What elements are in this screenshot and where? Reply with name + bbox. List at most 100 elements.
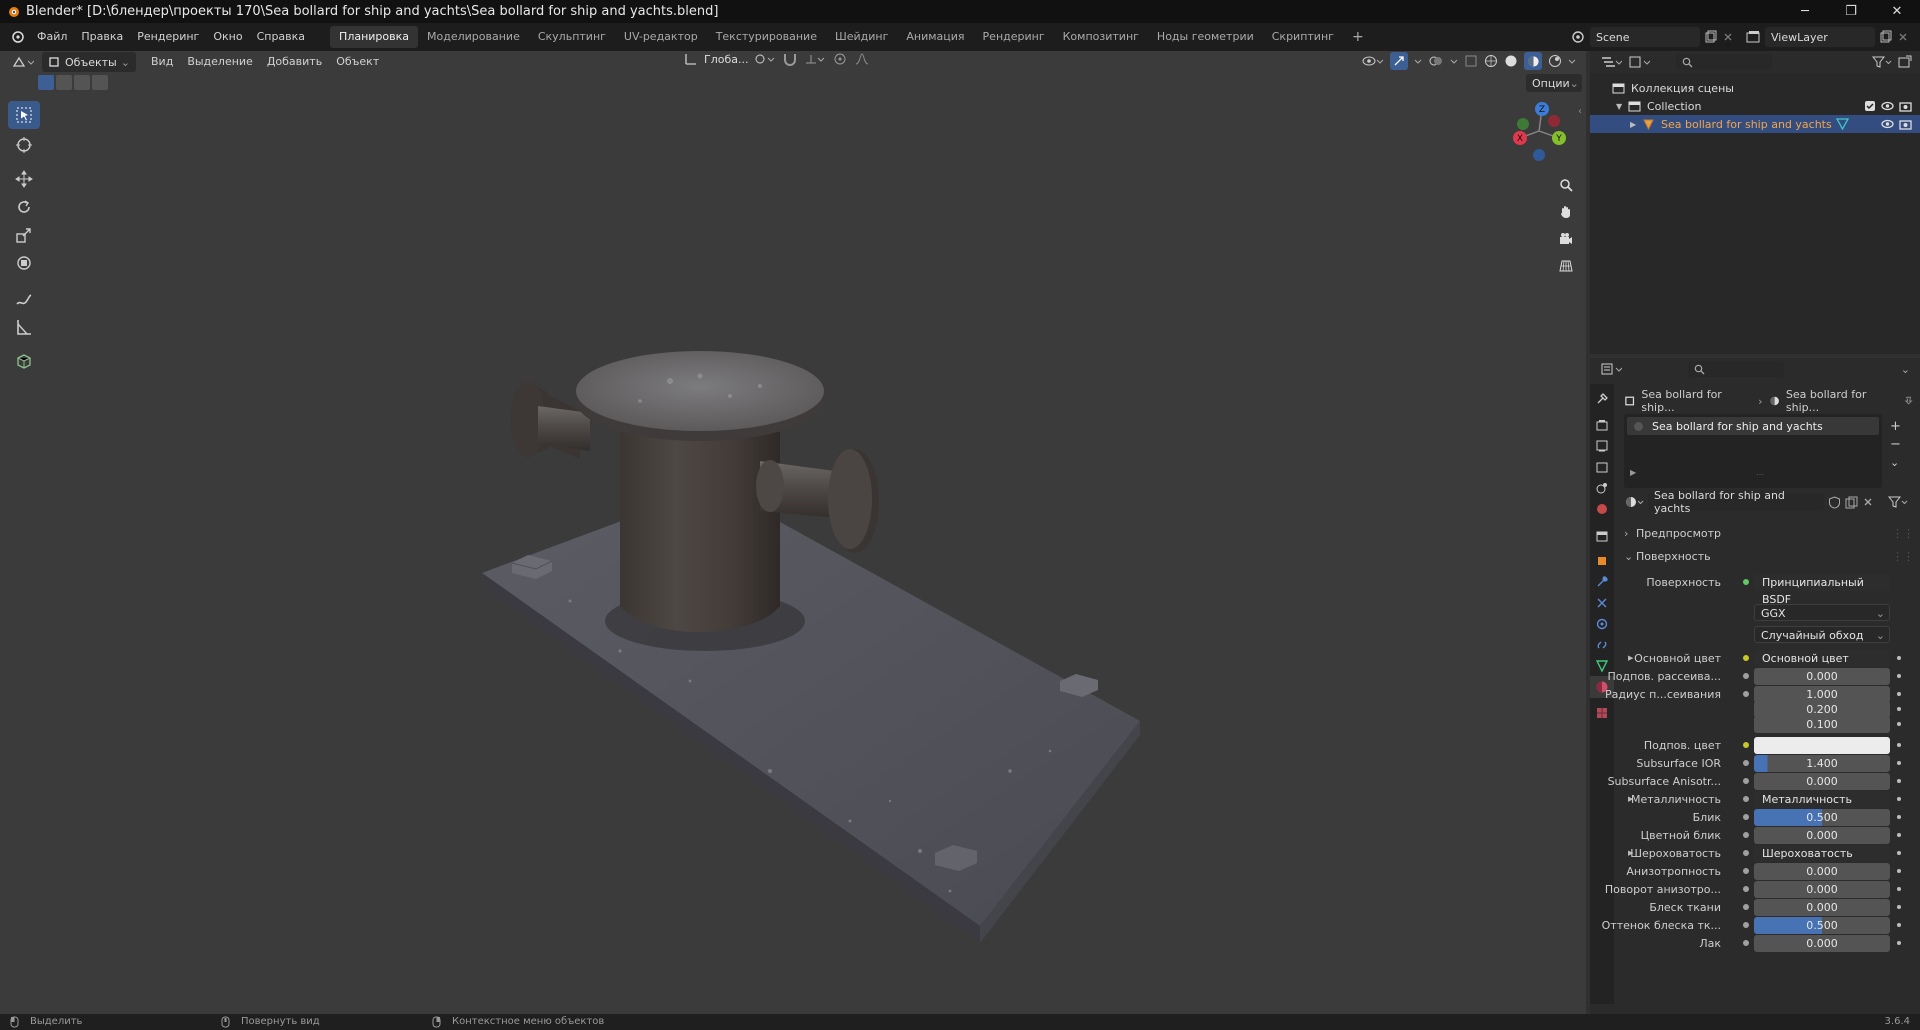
- panel-drag-handle-icon[interactable]: ⋮⋮: [1892, 550, 1914, 563]
- expand-arrow-right-icon[interactable]: ▶: [1630, 468, 1636, 477]
- new-view-layer-icon[interactable]: [1879, 30, 1893, 44]
- subsurface-method-dropdown[interactable]: Случайный обход ⌄: [1754, 625, 1890, 643]
- add-slot-button[interactable]: +: [1890, 418, 1901, 436]
- overlays-dropdown-icon[interactable]: [1450, 54, 1458, 68]
- solid-shading-icon[interactable]: [1504, 54, 1518, 68]
- menu-edit[interactable]: Правка: [74, 27, 130, 47]
- snap-target-icon[interactable]: [804, 52, 826, 66]
- expand-arrow-right-icon[interactable]: ▶: [1628, 654, 1633, 662]
- number-field[interactable]: 0.000: [1754, 898, 1890, 916]
- close-window-button[interactable]: ✕: [1874, 0, 1920, 23]
- number-field[interactable]: 0.500: [1754, 808, 1890, 826]
- keyframe-dot-icon[interactable]: [1897, 869, 1901, 873]
- keyframe-dot-icon[interactable]: [1897, 707, 1901, 711]
- input-socket-dot[interactable]: [1743, 940, 1749, 946]
- outliner-row-collection[interactable]: ▼ Collection: [1590, 97, 1920, 115]
- color-swatch[interactable]: [1754, 736, 1890, 754]
- cursor-tool[interactable]: [8, 131, 40, 159]
- object-tab-icon[interactable]: [1595, 554, 1609, 568]
- number-field[interactable]: 0.000: [1754, 772, 1890, 790]
- render-tab-icon[interactable]: [1595, 418, 1609, 432]
- view-layer-selector[interactable]: ViewLayer: [1765, 27, 1875, 47]
- maximize-button[interactable]: ❐: [1828, 0, 1874, 23]
- keyframe-dot-icon[interactable]: [1897, 656, 1901, 660]
- distribution-dropdown[interactable]: GGX ⌄: [1754, 603, 1890, 621]
- select-mode-new-button[interactable]: [38, 75, 54, 90]
- sidebar-toggle-chevron-icon[interactable]: ‹: [1578, 106, 1582, 117]
- outliner-row-scene-collection[interactable]: Коллекция сцены: [1590, 79, 1920, 97]
- keyframe-dot-icon[interactable]: [1897, 923, 1901, 927]
- minimize-button[interactable]: ─: [1782, 0, 1828, 23]
- eye-icon[interactable]: [1881, 100, 1894, 112]
- shading-dropdown-icon[interactable]: [1568, 54, 1576, 68]
- eye-icon[interactable]: [1881, 118, 1894, 130]
- breadcrumb-material[interactable]: Sea bollard for ship...: [1786, 388, 1897, 414]
- scene-selector[interactable]: Scene: [1590, 27, 1700, 47]
- pan-view-button[interactable]: [1553, 199, 1579, 225]
- add-cube-tool[interactable]: [8, 347, 40, 375]
- material-name-field[interactable]: Sea bollard for ship and yachts: [1648, 489, 1824, 515]
- preview-panel-header[interactable]: › Предпросмотр ⋮⋮: [1624, 524, 1914, 542]
- transform-orientation-dropdown[interactable]: Глоба...: [704, 53, 748, 66]
- render-camera-icon[interactable]: [1899, 100, 1912, 112]
- rendered-shading-icon[interactable]: [1548, 54, 1562, 68]
- remove-slot-button[interactable]: −: [1890, 436, 1901, 454]
- unlink-material-icon[interactable]: [1862, 496, 1874, 508]
- annotate-tool[interactable]: [8, 285, 40, 313]
- scale-tool[interactable]: [8, 221, 40, 249]
- xray-icon[interactable]: [1464, 54, 1478, 68]
- viewport-options-dropdown[interactable]: Опции ⌄: [1526, 74, 1582, 92]
- tab-uv-editing[interactable]: UV-редактор: [615, 26, 707, 48]
- input-socket-dot[interactable]: [1743, 742, 1749, 748]
- chevron-down-icon[interactable]: ⌄: [1901, 363, 1910, 376]
- linked-input-field[interactable]: Металличность: [1754, 790, 1890, 808]
- input-socket-dot[interactable]: [1743, 904, 1749, 910]
- pivot-icon[interactable]: [754, 52, 776, 66]
- outliner-editor-type-icon[interactable]: [1600, 55, 1622, 69]
- viewport-menu-object[interactable]: Объект: [329, 52, 386, 72]
- input-socket-dot[interactable]: [1743, 922, 1749, 928]
- rotate-tool[interactable]: [8, 193, 40, 221]
- perspective-toggle-button[interactable]: [1553, 253, 1579, 279]
- output-tab-icon[interactable]: [1595, 439, 1609, 453]
- 3d-viewport[interactable]: Объекты ⌄ Вид Выделение Добавить Объект …: [0, 51, 1586, 1014]
- input-socket-dot[interactable]: [1743, 850, 1749, 856]
- outliner-search-input[interactable]: [1676, 54, 1772, 70]
- viewport-menu-view[interactable]: Вид: [144, 52, 180, 72]
- menu-help[interactable]: Справка: [250, 27, 312, 47]
- number-field[interactable]: 0.000: [1754, 880, 1890, 898]
- transform-tool[interactable]: [8, 249, 40, 277]
- snap-icon[interactable]: [782, 52, 798, 66]
- keyframe-dot-icon[interactable]: [1897, 815, 1901, 819]
- number-field[interactable]: 0.500: [1754, 916, 1890, 934]
- material-browse-icon[interactable]: [1624, 495, 1644, 509]
- keyframe-dot-icon[interactable]: [1897, 779, 1901, 783]
- menu-window[interactable]: Окно: [206, 27, 249, 47]
- number-field[interactable]: 0.000: [1754, 826, 1890, 844]
- keyframe-dot-icon[interactable]: [1897, 674, 1901, 678]
- delete-scene-icon[interactable]: [1722, 31, 1734, 43]
- keyframe-dot-icon[interactable]: [1897, 692, 1901, 696]
- visibility-selectability-icon[interactable]: [1362, 54, 1384, 68]
- keyframe-dot-icon[interactable]: [1897, 887, 1901, 891]
- properties-search-input[interactable]: [1688, 361, 1784, 377]
- pin-icon[interactable]: [1903, 395, 1914, 407]
- new-collection-icon[interactable]: [1898, 55, 1912, 69]
- camera-view-button[interactable]: [1553, 226, 1579, 252]
- select-mode-intersect-button[interactable]: [92, 75, 108, 90]
- node-filter-icon[interactable]: [1888, 495, 1908, 509]
- tab-compositing[interactable]: Композитинг: [1054, 26, 1148, 48]
- menu-render[interactable]: Рендеринг: [130, 27, 206, 47]
- input-socket-dot[interactable]: [1743, 796, 1749, 802]
- expand-arrow-right-icon[interactable]: ▶: [1630, 120, 1642, 129]
- input-socket-dot[interactable]: [1743, 760, 1749, 766]
- new-scene-icon[interactable]: [1704, 30, 1718, 44]
- checkbox-checked-icon[interactable]: [1864, 100, 1876, 112]
- number-field[interactable]: 1.400: [1754, 754, 1890, 772]
- render-camera-icon[interactable]: [1899, 118, 1912, 130]
- input-socket-dot[interactable]: [1743, 886, 1749, 892]
- overlays-icon[interactable]: [1428, 54, 1444, 68]
- panel-drag-handle-icon[interactable]: ⋮⋮: [1892, 527, 1914, 540]
- linked-input-field[interactable]: Шероховатость: [1754, 844, 1890, 862]
- scene-tab-icon[interactable]: [1595, 481, 1609, 495]
